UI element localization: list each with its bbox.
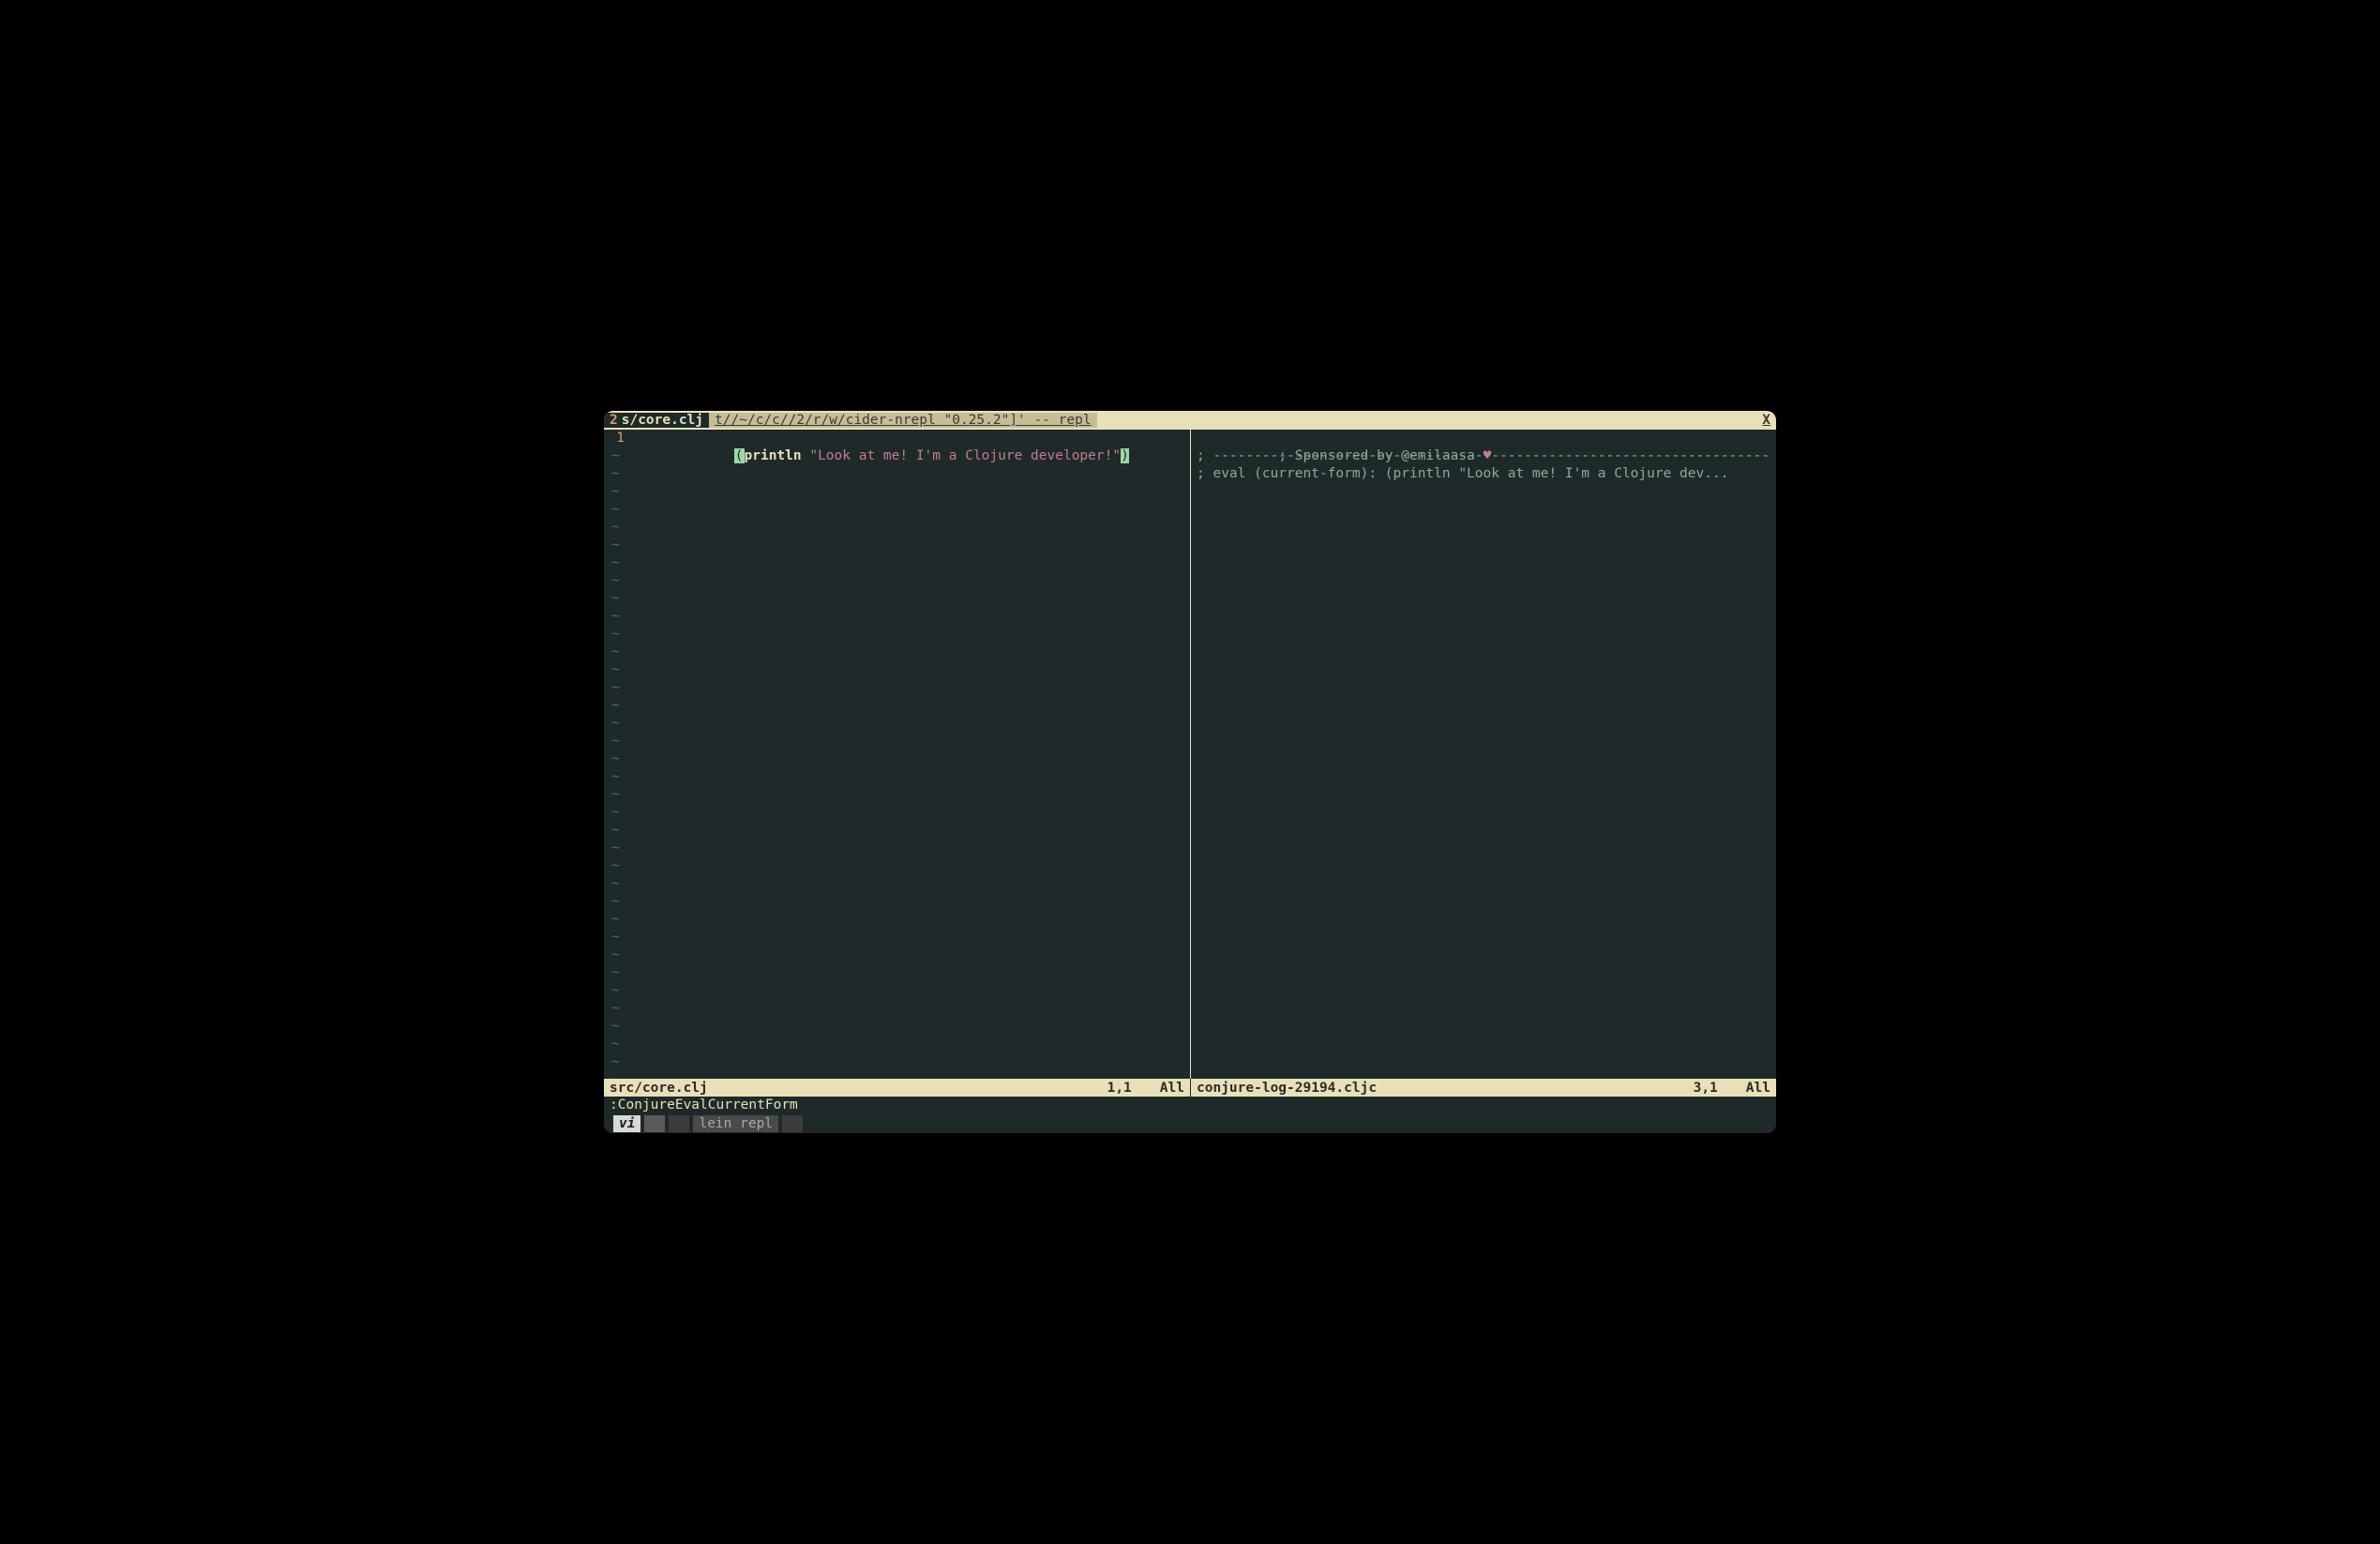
empty-line-tilde: ~: [604, 750, 1190, 768]
empty-line-tilde: ~: [604, 519, 1190, 537]
empty-line-tilde: ~: [604, 661, 1190, 679]
empty-line-tilde: ~: [604, 679, 1190, 697]
empty-line-tilde: ~: [604, 626, 1190, 643]
empty-line-tilde: ~: [604, 804, 1190, 822]
tmux-decoration: [644, 1115, 665, 1132]
status-position: 1,1: [1107, 1081, 1132, 1096]
inactive-tab[interactable]: t//~/c/c//2/r/w/cider-nrepl "0.25.2"]' -…: [709, 413, 1097, 428]
empty-line-tilde: ~: [604, 1071, 1190, 1079]
empty-line-tilde: ~: [604, 946, 1190, 964]
status-scroll: All: [1160, 1081, 1184, 1096]
function-name: println: [745, 448, 802, 463]
terminal-window: 2 s/core.clj t//~/c/c//2/r/w/cider-nrepl…: [604, 411, 1776, 1133]
empty-line-tilde: ~: [604, 929, 1190, 946]
status-filename: conjure-log-29194.cljc: [1197, 1081, 1377, 1096]
empty-line-tilde: ~: [604, 697, 1190, 715]
empty-line-tilde: ~: [604, 875, 1190, 893]
tmux-status: vi lein repl: [604, 1114, 1776, 1133]
status-position: 3,1: [1694, 1081, 1718, 1096]
empty-line-tilde: ~: [604, 822, 1190, 840]
repl-log-pane[interactable]: ; Sponsored by @emilaasa ♥ ; -----------…: [1190, 430, 1776, 1079]
close-paren-highlight: ): [1121, 448, 1129, 463]
editor-area: 1 (println "Look at me! I'm a Clojure de…: [604, 430, 1776, 1079]
empty-line-tilde: ~: [604, 715, 1190, 733]
status-scroll: All: [1746, 1081, 1770, 1096]
empty-line-tilde: ~: [604, 1000, 1190, 1018]
empty-line-tilde: ~: [604, 501, 1190, 519]
empty-line-tilde: ~: [604, 893, 1190, 911]
source-content: 1 (println "Look at me! I'm a Clojure de…: [604, 430, 1190, 1079]
empty-line-tilde: ~: [604, 608, 1190, 626]
empty-line-tilde: ~: [604, 572, 1190, 590]
empty-line-tilde: ~: [604, 1018, 1190, 1036]
tmux-active-window[interactable]: vi: [613, 1115, 640, 1132]
empty-line-tilde: ~: [604, 733, 1190, 750]
line-number: 1: [604, 430, 636, 447]
empty-line-tilde: ~: [604, 483, 1190, 501]
active-tab-label: s/core.clj: [622, 413, 703, 428]
repl-sponsor-line: ; Sponsored by @emilaasa ♥: [1191, 430, 1776, 447]
tmux-decoration: [782, 1115, 803, 1132]
empty-line-tilde: ~: [604, 911, 1190, 929]
empty-line-tilde: ~: [604, 964, 1190, 982]
code-text: (println "Look at me! I'm a Clojure deve…: [636, 430, 1129, 447]
close-icon[interactable]: X: [1762, 413, 1770, 428]
empty-line-tilde: ~: [604, 982, 1190, 1000]
empty-line-tilde: ~: [604, 1036, 1190, 1053]
source-pane[interactable]: 1 (println "Look at me! I'm a Clojure de…: [604, 430, 1190, 1079]
empty-line-tilde: ~: [604, 768, 1190, 786]
empty-line-tilde: ~: [604, 643, 1190, 661]
status-filename: src/core.clj: [610, 1081, 708, 1096]
empty-line-tilde: ~: [604, 786, 1190, 804]
status-right-pane: conjure-log-29194.cljc 3,1 All: [1190, 1079, 1776, 1097]
empty-line-tilde: ~: [604, 857, 1190, 875]
tmux-inactive-window[interactable]: lein repl: [693, 1115, 778, 1132]
tmux-decoration: [669, 1115, 689, 1132]
empty-line-tilde: ~: [604, 590, 1190, 608]
active-tab[interactable]: 2 s/core.clj: [604, 413, 709, 428]
repl-content: ; Sponsored by @emilaasa ♥ ; -----------…: [1191, 430, 1776, 1079]
code-line[interactable]: 1 (println "Look at me! I'm a Clojure de…: [604, 430, 1190, 447]
status-lines: src/core.clj 1,1 All conjure-log-29194.c…: [604, 1079, 1776, 1097]
active-tab-number: 2: [610, 413, 618, 428]
empty-line-tilde: ~: [604, 1053, 1190, 1071]
tab-line: 2 s/core.clj t//~/c/c//2/r/w/cider-nrepl…: [604, 411, 1776, 430]
repl-eval-line: ; eval (current-form): (println "Look at…: [1191, 465, 1776, 483]
repl-separator-line: ; --------------------------------------…: [1191, 447, 1776, 465]
command-line[interactable]: :ConjureEvalCurrentForm: [604, 1097, 1776, 1114]
open-paren-highlight: (: [734, 448, 745, 463]
empty-line-tilde: ~: [604, 537, 1190, 554]
empty-line-tilde: ~: [604, 554, 1190, 572]
string-literal: "Look at me! I'm a Clojure developer!": [809, 448, 1121, 463]
status-left-pane: src/core.clj 1,1 All: [604, 1079, 1190, 1097]
empty-line-tilde: ~: [604, 840, 1190, 857]
